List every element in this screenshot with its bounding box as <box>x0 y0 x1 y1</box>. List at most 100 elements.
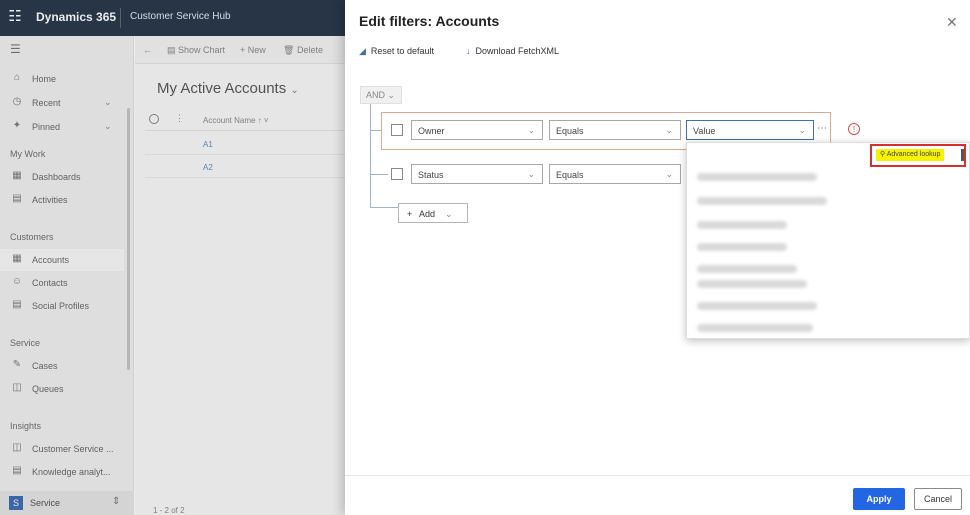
show-chart-label: Show Chart <box>178 45 226 55</box>
sidebar-item-pinned[interactable]: ✦ Pinned ⌄ <box>0 116 124 138</box>
apply-button[interactable]: Apply <box>853 488 905 510</box>
area-label: Service <box>30 498 61 508</box>
cancel-button[interactable]: Cancel <box>914 488 962 510</box>
chevron-down-icon: ⌄ <box>665 125 673 135</box>
delete-button[interactable]: 🗑 Delete <box>283 45 323 56</box>
table-row[interactable]: A1 <box>145 133 345 155</box>
record-count: 1 - 2 of 2 <box>153 506 185 515</box>
area-switcher[interactable]: S Service ⇕ <box>0 491 134 515</box>
list-item[interactable] <box>697 197 827 205</box>
header-divider <box>120 8 121 28</box>
hierarchy-icon[interactable]: ⋮ <box>175 113 184 124</box>
sidebar-item-label: Cases <box>32 361 58 371</box>
account-name-link[interactable]: A1 <box>203 140 213 149</box>
sidebar-item-contacts[interactable]: ☺ Contacts <box>0 272 124 294</box>
back-arrow-icon[interactable]: ← <box>143 45 152 55</box>
search-icon: ⚲ <box>880 151 887 158</box>
operator-select[interactable]: Equals ⌄ <box>549 164 681 184</box>
new-button[interactable]: + New <box>240 45 266 55</box>
waffle-icon[interactable]: ☷ <box>6 8 24 26</box>
app-name[interactable]: Dynamics 365 <box>36 10 116 24</box>
pin-icon: ✦ <box>12 120 22 131</box>
wrench-icon: ✎ <box>12 359 22 370</box>
advanced-lookup-label: Advanced lookup <box>886 151 941 158</box>
activities-icon: ▤ <box>12 193 22 204</box>
advanced-lookup-button[interactable]: ⚲ Advanced lookup <box>876 149 945 161</box>
sidebar-item-dashboards[interactable]: ▦ Dashboards <box>0 166 124 188</box>
chevron-down-icon[interactable]: ⌄ <box>104 121 112 132</box>
list-item[interactable] <box>697 221 787 229</box>
chevron-down-icon: ⌄ <box>665 169 673 179</box>
sitemap-sidebar: ☰ ⌂ Home ◷ Recent ⌄ ✦ Pinned ⌄ My Work ▦… <box>0 36 134 515</box>
show-chart-button[interactable]: ▤ Show Chart <box>167 45 225 56</box>
column-header-account-name[interactable]: Account Name ↑ ˅ <box>203 116 269 125</box>
home-icon: ⌂ <box>13 72 21 83</box>
section-header-customers: Customers <box>10 232 54 242</box>
sidebar-item-recent[interactable]: ◷ Recent ⌄ <box>0 92 124 114</box>
sidebar-item-label: Activities <box>32 195 68 205</box>
chevron-down-icon: ⌄ <box>527 169 535 179</box>
download-fetchxml-button[interactable]: ↓ Download FetchXML <box>466 46 559 56</box>
operator-value: Equals <box>556 170 584 180</box>
sidebar-item-label: Home <box>32 74 57 84</box>
list-item[interactable] <box>697 173 817 181</box>
tree-connector <box>370 207 398 208</box>
command-bar: ← ▤ Show Chart + New 🗑 Delete <box>135 36 345 64</box>
sidebar-item-activities[interactable]: ▤ Activities <box>0 189 124 211</box>
download-label: Download FetchXML <box>475 46 560 56</box>
add-condition-button[interactable]: + Add ⌄ <box>398 203 468 223</box>
view-title: My Active Accounts <box>157 80 287 97</box>
new-label: New <box>247 45 266 55</box>
add-label: Add <box>419 209 436 219</box>
sidebar-item-accounts[interactable]: ▦ Accounts <box>0 249 124 271</box>
accounts-icon: ▦ <box>12 253 22 264</box>
dropdown-scrollbar[interactable] <box>961 149 964 161</box>
and-operator-dropdown[interactable]: AND ⌄ <box>360 86 402 104</box>
hamburger-icon[interactable]: ☰ <box>10 42 21 56</box>
operator-value: Equals <box>556 126 584 136</box>
sidebar-item-knowledge-analytics[interactable]: ▤ Knowledge analyt... <box>0 461 124 483</box>
list-item[interactable] <box>697 265 797 273</box>
row-checkbox[interactable] <box>391 124 403 136</box>
list-item[interactable] <box>697 243 787 251</box>
sidebar-item-social-profiles[interactable]: ▤ Social Profiles <box>0 295 124 317</box>
operator-select[interactable]: Equals ⌄ <box>549 120 681 140</box>
chevron-down-icon: ⌄ <box>798 125 806 135</box>
insights-icon: ◫ <box>12 442 22 453</box>
sidebar-item-label: Customer Service ... <box>32 444 114 454</box>
field-select[interactable]: Status ⌄ <box>411 164 543 184</box>
value-lookup-input[interactable]: Value ⌄ <box>686 120 814 140</box>
list-item[interactable] <box>697 280 807 288</box>
list-item[interactable] <box>697 302 817 310</box>
sidebar-item-home[interactable]: ⌂ Home <box>0 68 124 90</box>
dashboard-icon: ▦ <box>12 170 22 181</box>
hub-name[interactable]: Customer Service Hub <box>130 11 231 22</box>
list-item[interactable] <box>697 324 813 332</box>
app-header: ☷ Dynamics 365 Customer Service Hub <box>0 0 345 36</box>
lookup-results-dropdown: ⚲ Advanced lookup <box>686 142 970 339</box>
field-select[interactable]: Owner ⌄ <box>411 120 543 140</box>
more-options-icon[interactable]: ⋯ <box>817 123 827 134</box>
view-selector[interactable]: My Active Accounts ⌄ <box>157 80 299 97</box>
sidebar-item-queues[interactable]: ◫ Queues <box>0 378 124 400</box>
sidebar-item-customer-service-insights[interactable]: ◫ Customer Service ... <box>0 438 124 460</box>
and-label: AND <box>366 90 386 100</box>
grid-header: ⋮ Account Name ↑ ˅ <box>145 111 345 131</box>
chevron-down-icon[interactable]: ⌄ <box>104 97 112 108</box>
switch-area-icon[interactable]: ⇕ <box>112 496 120 507</box>
reset-to-default-button[interactable]: ◢ Reset to default <box>359 46 434 57</box>
footer-divider <box>345 475 970 476</box>
edit-filters-panel: Edit filters: Accounts ✕ ◢ Reset to defau… <box>345 0 970 515</box>
field-value: Owner <box>418 126 445 136</box>
table-row[interactable]: A2 <box>145 156 345 178</box>
sidebar-item-label: Queues <box>32 384 64 394</box>
select-all-radio[interactable] <box>149 114 159 124</box>
row-checkbox[interactable] <box>391 168 403 180</box>
close-icon[interactable]: ✕ <box>946 14 958 31</box>
sidebar-item-label: Knowledge analyt... <box>32 467 111 477</box>
account-name-link[interactable]: A2 <box>203 163 213 172</box>
sidebar-scrollbar[interactable] <box>127 108 130 370</box>
sidebar-item-label: Dashboards <box>32 172 81 182</box>
chevron-down-icon: ⌄ <box>387 90 396 100</box>
sidebar-item-cases[interactable]: ✎ Cases <box>0 355 124 377</box>
